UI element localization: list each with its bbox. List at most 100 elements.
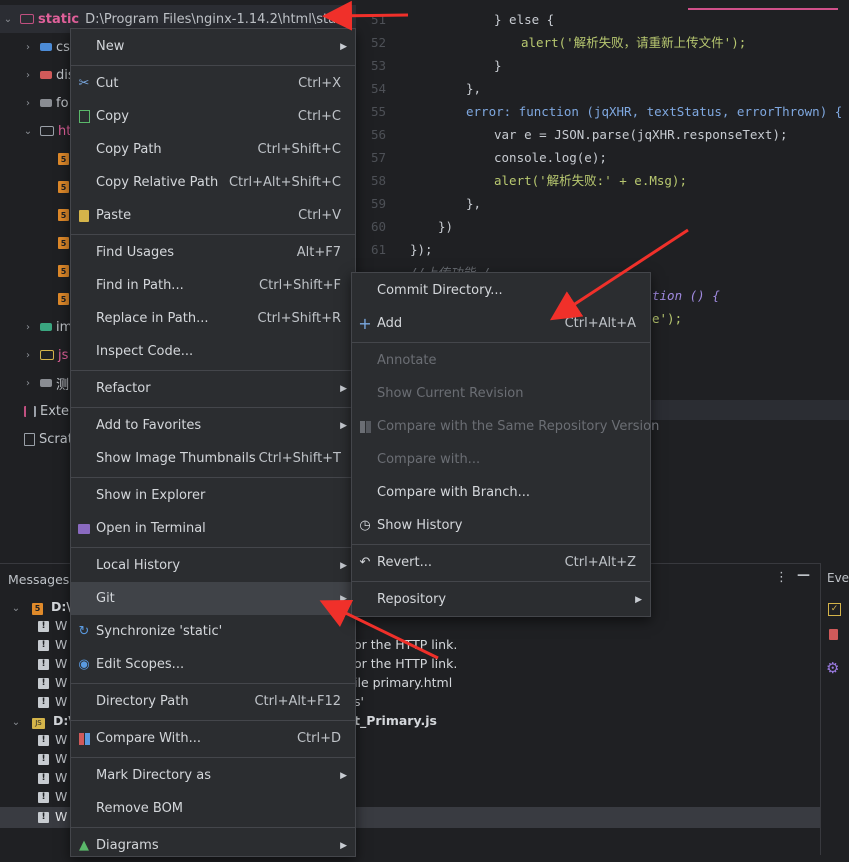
folder-icon bbox=[40, 323, 52, 331]
message-item[interactable]: ! W bbox=[38, 654, 67, 673]
html-file-icon: 5 bbox=[58, 293, 69, 305]
message-item[interactable]: ! W bbox=[38, 616, 67, 635]
terminal-icon bbox=[76, 521, 92, 537]
menu-item-synchronize[interactable]: ↻ Synchronize 'static' bbox=[71, 615, 355, 648]
folder-icon bbox=[40, 71, 52, 79]
menu-item-label: Refactor bbox=[96, 381, 151, 396]
git-item-add[interactable]: + Add Ctrl+Alt+A bbox=[352, 307, 650, 340]
menu-item-shortcut: Ctrl+Alt+A bbox=[564, 316, 636, 331]
git-item-show-history[interactable]: ◷ Show History bbox=[352, 509, 650, 542]
chevron-right-icon[interactable]: › bbox=[20, 42, 36, 53]
message-text: W bbox=[55, 694, 68, 709]
checklist-icon[interactable]: ✓ bbox=[828, 603, 841, 616]
code-text: }, bbox=[466, 196, 482, 211]
message-item[interactable]: ! W bbox=[38, 768, 67, 787]
chevron-down-icon[interactable]: ⌄ bbox=[8, 713, 24, 732]
menu-item-compare-with[interactable]: Compare With... Ctrl+D bbox=[71, 722, 355, 755]
message-item[interactable]: ! W bbox=[38, 692, 67, 711]
menu-item-directory-path[interactable]: Directory Path Ctrl+Alt+F12 bbox=[71, 685, 355, 718]
chevron-down-icon[interactable]: ⌄ bbox=[0, 14, 16, 25]
chevron-right-icon[interactable]: › bbox=[20, 322, 36, 333]
tree-item-img[interactable]: › im bbox=[20, 313, 72, 341]
chevron-right-icon[interactable]: › bbox=[20, 98, 36, 109]
history-icon: ◷ bbox=[359, 518, 371, 533]
menu-item-copy-path[interactable]: Copy Path Ctrl+Shift+C bbox=[71, 133, 355, 166]
menu-item-shortcut: Ctrl+X bbox=[298, 76, 341, 91]
line-number: 60 bbox=[370, 219, 386, 234]
trash-icon[interactable] bbox=[829, 629, 838, 640]
tree-item-scratches[interactable]: Scrat bbox=[20, 425, 73, 453]
menu-item-mark-directory-as[interactable]: Mark Directory as ▶ bbox=[71, 759, 355, 792]
tree-item-js[interactable]: › js bbox=[20, 341, 68, 369]
menu-item-label: Copy bbox=[96, 109, 129, 124]
menu-item-new[interactable]: New ▶ bbox=[71, 30, 355, 63]
git-item-compare-same-repo: Compare with the Same Repository Version bbox=[352, 410, 659, 443]
chevron-right-icon[interactable]: › bbox=[20, 70, 36, 81]
message-item[interactable]: ! W bbox=[38, 787, 67, 806]
menu-item-diagrams[interactable]: ▲ Diagrams ▶ bbox=[71, 829, 355, 862]
menu-item-find-in-path[interactable]: Find in Path... Ctrl+Shift+F bbox=[71, 269, 355, 302]
warning-icon: ! bbox=[38, 659, 49, 670]
message-item[interactable]: ! W bbox=[38, 730, 67, 749]
menu-item-copy-relative-path[interactable]: Copy Relative Path Ctrl+Alt+Shift+C bbox=[71, 166, 355, 199]
message-detail: or the HTTP link. bbox=[354, 656, 458, 671]
menu-item-label: Synchronize 'static' bbox=[96, 624, 223, 639]
line-number: 54 bbox=[370, 81, 386, 96]
event-log-label: Eve bbox=[827, 571, 849, 585]
menu-item-refactor[interactable]: Refactor ▶ bbox=[71, 372, 355, 405]
line-number: 56 bbox=[370, 127, 386, 142]
menu-item-label: Compare with... bbox=[377, 452, 481, 467]
tree-item-fonts[interactable]: › fo bbox=[20, 89, 69, 117]
menu-item-edit-scopes[interactable]: ◉ Edit Scopes... bbox=[71, 648, 355, 681]
git-item-repository[interactable]: Repository ▶ bbox=[352, 583, 650, 616]
menu-item-inspect-code[interactable]: Inspect Code... bbox=[71, 335, 355, 368]
chevron-right-icon[interactable]: › bbox=[20, 378, 36, 389]
tree-item-css[interactable]: › cs bbox=[20, 33, 70, 61]
menu-item-open-in-terminal[interactable]: Open in Terminal bbox=[71, 512, 355, 545]
chevron-down-icon[interactable]: ⌄ bbox=[20, 126, 36, 137]
chevron-right-icon[interactable]: › bbox=[20, 350, 36, 361]
tree-item-test[interactable]: › 测 bbox=[20, 369, 69, 397]
menu-item-show-image-thumbnails[interactable]: Show Image Thumbnails Ctrl+Shift+T bbox=[71, 442, 355, 475]
menu-item-local-history[interactable]: Local History ▶ bbox=[71, 549, 355, 582]
copy-icon bbox=[76, 109, 92, 125]
tree-item-external-libraries[interactable]: Exter bbox=[20, 397, 74, 425]
menu-item-label: Add bbox=[377, 316, 403, 331]
menu-item-git[interactable]: Git ▶ bbox=[71, 582, 355, 615]
menu-item-add-to-favorites[interactable]: Add to Favorites ▶ bbox=[71, 409, 355, 442]
menu-item-label: Show Image Thumbnails bbox=[96, 451, 256, 466]
message-item[interactable]: ! W bbox=[38, 807, 67, 826]
code-text: e'); bbox=[652, 311, 683, 326]
chevron-down-icon[interactable]: ⌄ bbox=[8, 599, 24, 618]
git-item-compare-with-branch[interactable]: Compare with Branch... bbox=[352, 476, 650, 509]
minimize-icon[interactable]: — bbox=[797, 568, 810, 583]
context-menu: New ▶ ✂ Cut Ctrl+X Copy Ctrl+C Copy Path Ctrl… bbox=[70, 28, 356, 857]
menu-item-show-in-explorer[interactable]: Show in Explorer bbox=[71, 479, 355, 512]
git-item-revert[interactable]: ↶ Revert... Ctrl+Alt+Z bbox=[352, 546, 650, 579]
menu-item-replace-in-path[interactable]: Replace in Path... Ctrl+Shift+R bbox=[71, 302, 355, 335]
message-detail: ile primary.html bbox=[354, 675, 453, 690]
menu-item-label: Inspect Code... bbox=[96, 344, 194, 359]
menu-item-remove-bom[interactable]: Remove BOM bbox=[71, 792, 355, 825]
submenu-arrow-icon: ▶ bbox=[340, 593, 347, 604]
more-options-icon[interactable]: ⋮ bbox=[775, 570, 788, 585]
submenu-arrow-icon: ▶ bbox=[340, 383, 347, 394]
tree-item-dist[interactable]: › dis bbox=[20, 61, 75, 89]
git-item-commit-directory[interactable]: Commit Directory... bbox=[352, 274, 650, 307]
menu-item-label: Annotate bbox=[377, 353, 437, 368]
gear-icon[interactable]: ⚙ bbox=[826, 659, 839, 677]
message-item[interactable]: ! W bbox=[38, 749, 67, 768]
message-item[interactable]: ! W bbox=[38, 673, 67, 692]
menu-item-label: Find Usages bbox=[96, 245, 175, 260]
folder-icon bbox=[40, 43, 52, 51]
menu-item-shortcut: Ctrl+Shift+R bbox=[257, 311, 342, 326]
html-file-icon: 5 bbox=[58, 237, 69, 249]
menu-item-copy[interactable]: Copy Ctrl+C bbox=[71, 100, 355, 133]
menu-item-label: Mark Directory as bbox=[96, 768, 211, 783]
message-item[interactable]: ! W bbox=[38, 635, 67, 654]
menu-item-cut[interactable]: ✂ Cut Ctrl+X bbox=[71, 67, 355, 100]
menu-item-paste[interactable]: Paste Ctrl+V bbox=[71, 199, 355, 232]
submenu-arrow-icon: ▶ bbox=[635, 594, 642, 605]
menu-item-find-usages[interactable]: Find Usages Alt+F7 bbox=[71, 236, 355, 269]
warning-icon: ! bbox=[38, 735, 49, 746]
